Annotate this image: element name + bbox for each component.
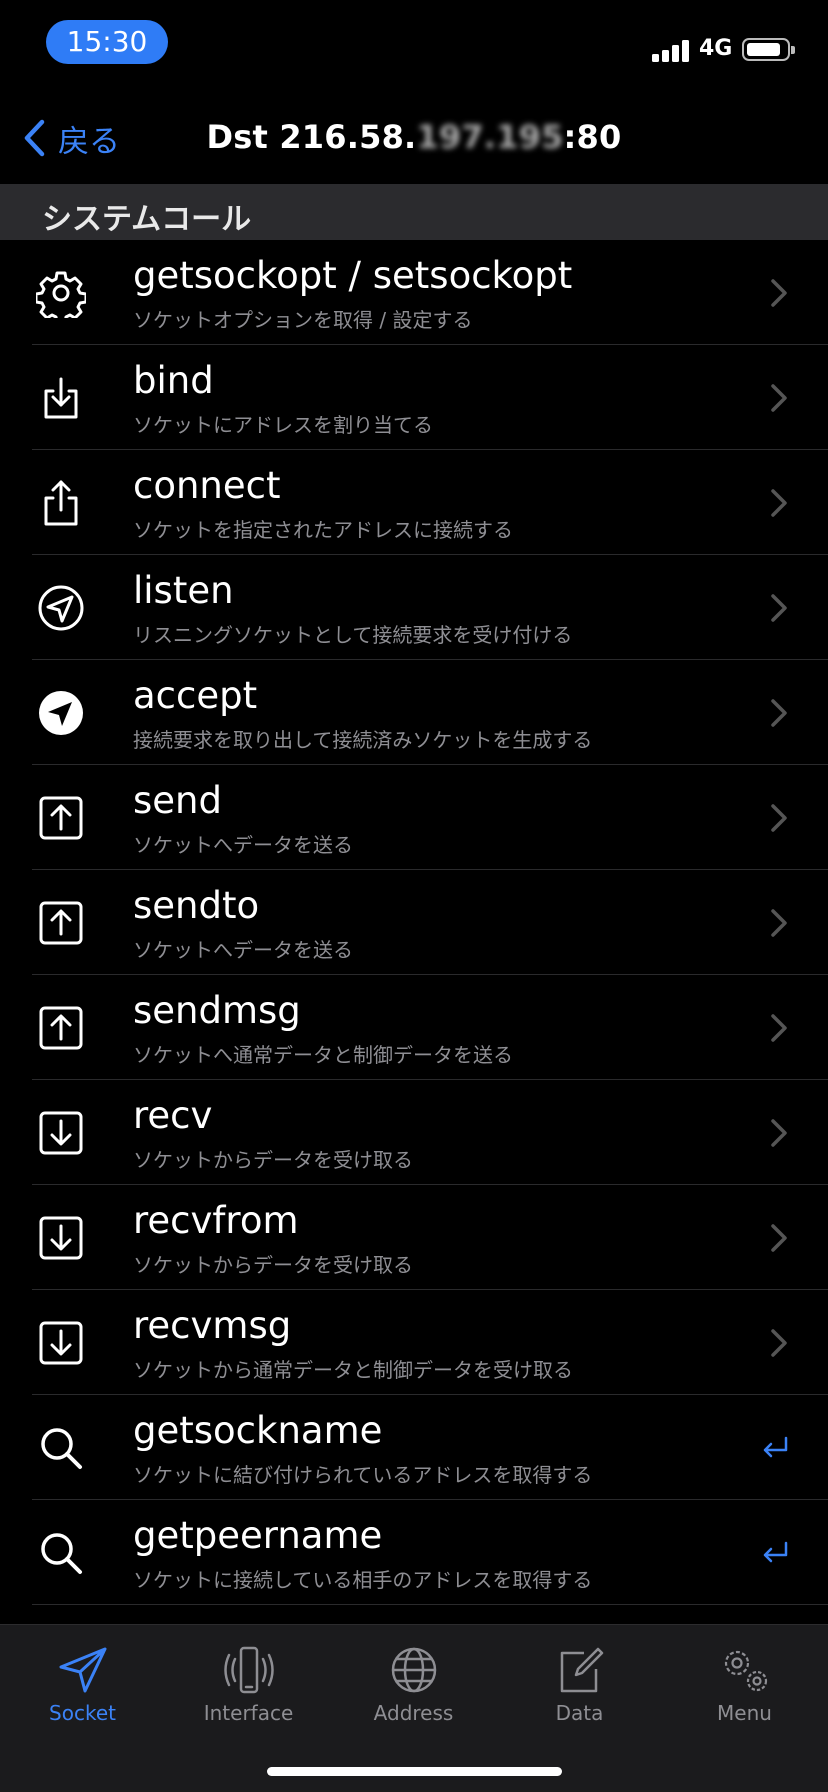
list-item-title: accept xyxy=(133,674,258,717)
chevron-right-icon xyxy=(771,699,787,727)
location-arrow-circle-icon xyxy=(36,583,86,633)
arrow-up-square-icon xyxy=(36,1003,86,1053)
arrow-up-square-icon xyxy=(36,898,86,948)
phone-vibrate-icon xyxy=(223,1646,274,1694)
magnifier-icon xyxy=(36,1423,86,1473)
battery-icon xyxy=(742,38,795,61)
gears-icon xyxy=(724,1650,767,1692)
syscall-list[interactable]: getsockopt / setsockopt ソケットオプションを取得 / 設… xyxy=(0,240,828,1624)
list-item-recv[interactable]: recv ソケットからデータを受け取る xyxy=(0,1080,828,1185)
list-item-subtitle: ソケットから通常データと制御データを受け取る xyxy=(133,1358,573,1382)
list-item-title: recvmsg xyxy=(133,1304,292,1347)
list-item-title: getsockopt / setsockopt xyxy=(133,254,573,297)
arrow-down-square-icon xyxy=(36,1213,86,1263)
list-item-title: send xyxy=(133,779,222,822)
gear-icon xyxy=(34,268,88,325)
list-item-subtitle: ソケットに結び付けられているアドレスを取得する xyxy=(133,1463,593,1487)
return-arrow-icon xyxy=(763,1541,788,1563)
home-indicator xyxy=(267,1767,562,1776)
list-item-recvmsg[interactable]: recvmsg ソケットから通常データと制御データを受け取る xyxy=(0,1290,828,1395)
tab-label: Interface xyxy=(203,1701,294,1725)
list-item-send[interactable]: send ソケットへデータを送る xyxy=(0,765,828,870)
arrow-down-square-icon xyxy=(36,1108,86,1158)
chevron-right-icon xyxy=(771,489,787,517)
magnifier-icon xyxy=(36,1528,86,1578)
list-item-subtitle: ソケットからデータを受け取る xyxy=(133,1253,413,1277)
list-item-subtitle: ソケットへ通常データと制御データを送る xyxy=(133,1043,513,1067)
chevron-right-icon xyxy=(771,594,787,622)
list-item-accept[interactable]: accept 接続要求を取り出して接続済みソケットを生成する xyxy=(0,660,828,765)
list-item-title: recv xyxy=(133,1094,213,1137)
arrow-up-square-icon xyxy=(36,793,86,843)
tab-label: Socket xyxy=(49,1701,116,1725)
chevron-right-icon xyxy=(771,909,787,937)
list-item-sendmsg[interactable]: sendmsg ソケットへ通常データと制御データを送る xyxy=(0,975,828,1080)
chevron-right-icon xyxy=(771,1119,787,1147)
return-arrow-icon xyxy=(763,1436,788,1458)
page-title-suffix: :80 xyxy=(563,118,622,156)
list-item-title: getpeername xyxy=(133,1514,383,1557)
list-item-subtitle: ソケットへデータを送る xyxy=(133,833,353,857)
status-bar: 15:30 4G xyxy=(0,0,828,92)
list-item-title: connect xyxy=(133,464,281,507)
chevron-right-icon xyxy=(771,804,787,832)
list-item-sendto[interactable]: sendto ソケットへデータを送る xyxy=(0,870,828,975)
list-item-recvfrom[interactable]: recvfrom ソケットからデータを受け取る xyxy=(0,1185,828,1290)
list-item-getsockname[interactable]: getsockname ソケットに結び付けられているアドレスを取得する xyxy=(0,1395,828,1500)
chevron-right-icon xyxy=(771,279,787,307)
list-item-title: sendmsg xyxy=(133,989,301,1032)
list-item-subtitle: ソケットオプションを取得 / 設定する xyxy=(133,308,473,332)
tab-menu[interactable]: Menu xyxy=(662,1645,827,1735)
list-item-title: sendto xyxy=(133,884,260,927)
list-item-subtitle: ソケットに接続している相手のアドレスを取得する xyxy=(133,1568,593,1592)
page-title: Dst 216.58.197.195:80 xyxy=(0,118,828,156)
tab-label: Menu xyxy=(717,1701,772,1725)
list-item-getsockopt[interactable]: getsockopt / setsockopt ソケットオプションを取得 / 設… xyxy=(0,240,828,345)
tray-download-icon xyxy=(36,373,86,423)
tab-label: Data xyxy=(555,1701,604,1725)
list-item-connect[interactable]: connect ソケットを指定されたアドレスに接続する xyxy=(0,450,828,555)
section-title: システムコール xyxy=(42,202,252,237)
tab-socket[interactable]: Socket xyxy=(0,1645,165,1735)
list-item-title: bind xyxy=(133,359,214,402)
signal-icon xyxy=(652,38,692,62)
list-item-subtitle: ソケットからデータを受け取る xyxy=(133,1148,413,1172)
arrow-down-square-icon xyxy=(36,1318,86,1368)
tab-address[interactable]: Address xyxy=(331,1645,496,1735)
chevron-right-icon xyxy=(771,1014,787,1042)
compose-icon xyxy=(560,1647,603,1693)
list-item-subtitle: 接続要求を取り出して接続済みソケットを生成する xyxy=(133,728,593,752)
chevron-right-icon xyxy=(771,1329,787,1357)
list-item-title: getsockname xyxy=(133,1409,383,1452)
tab-interface[interactable]: Interface xyxy=(166,1645,331,1735)
list-item-bind[interactable]: bind ソケットにアドレスを割り当てる xyxy=(0,345,828,450)
tab-data[interactable]: Data xyxy=(497,1645,662,1735)
list-item-subtitle: ソケットを指定されたアドレスに接続する xyxy=(133,518,513,542)
tab-label: Address xyxy=(373,1701,454,1725)
share-upload-icon xyxy=(36,478,86,528)
list-item-title: listen xyxy=(133,569,234,612)
list-item-subtitle: リスニングソケットとして接続要求を受け付ける xyxy=(133,623,573,647)
navigation-bar: 戻る Dst 216.58.197.195:80 xyxy=(0,92,828,184)
list-item-listen[interactable]: listen リスニングソケットとして接続要求を受け付ける xyxy=(0,555,828,660)
location-arrow-filled-icon xyxy=(36,688,86,738)
chevron-right-icon xyxy=(771,384,787,412)
status-time: 15:30 xyxy=(46,20,168,64)
globe-icon xyxy=(391,1647,436,1693)
section-header: システムコール xyxy=(0,184,828,240)
list-item-subtitle: ソケットにアドレスを割り当てる xyxy=(133,413,433,437)
page-title-redacted: 197.195 xyxy=(416,118,564,156)
list-item-subtitle: ソケットへデータを送る xyxy=(133,938,353,962)
chevron-right-icon xyxy=(771,1224,787,1252)
list-item-title: recvfrom xyxy=(133,1199,299,1242)
network-type: 4G xyxy=(699,36,733,61)
page-title-prefix: Dst 216.58. xyxy=(206,118,417,156)
list-item-getpeername[interactable]: getpeername ソケットに接続している相手のアドレスを取得する xyxy=(0,1500,828,1605)
paperplane-icon xyxy=(59,1647,106,1693)
